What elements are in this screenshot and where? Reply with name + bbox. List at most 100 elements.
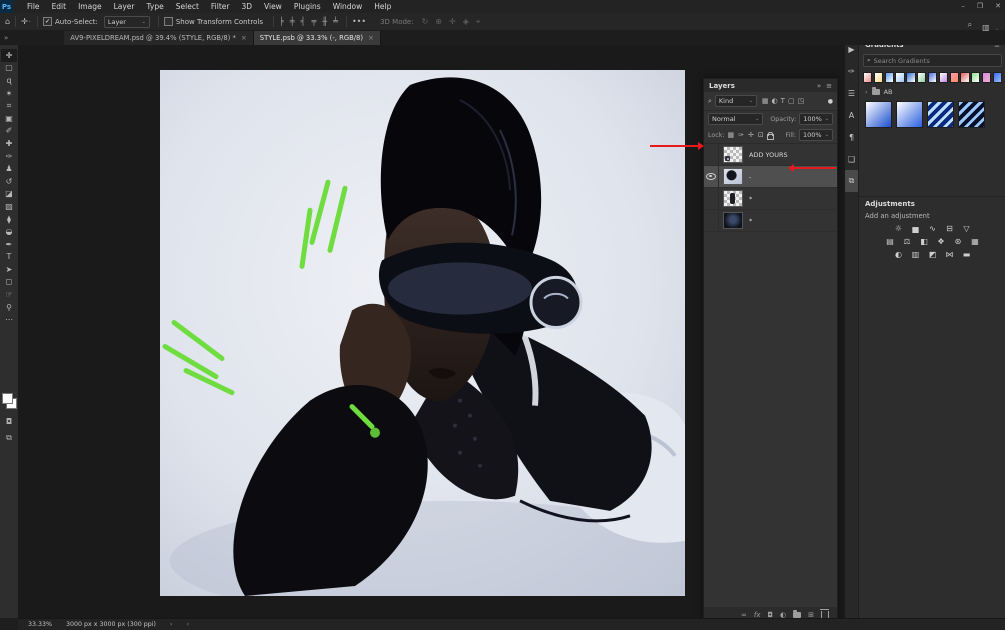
layer-thumbnail[interactable] <box>723 146 743 163</box>
photo-filter-icon[interactable]: ❖ <box>936 237 947 246</box>
hue-saturation-icon[interactable]: ▤ <box>885 237 896 246</box>
lock-all-icon[interactable] <box>766 131 774 140</box>
gradient-tool[interactable]: ▨ <box>1 200 17 213</box>
history-brush-tool[interactable]: ↺ <box>1 175 17 188</box>
align-bottom-icon[interactable]: ╧ <box>333 17 338 26</box>
foreground-color[interactable] <box>2 393 13 404</box>
menu-type[interactable]: Type <box>141 0 170 13</box>
layers-panel-icon[interactable]: ⧉ <box>845 170 858 192</box>
blend-mode-dropdown[interactable]: Normal ⌄ <box>708 113 764 125</box>
3d-panel-icon[interactable]: ❑ <box>845 148 858 170</box>
status-collapse-icon[interactable]: ‹ <box>186 621 189 628</box>
close-tab-icon[interactable]: × <box>241 34 247 42</box>
visibility-eye-icon[interactable] <box>704 166 719 187</box>
color-balance-icon[interactable]: ⚖ <box>902 237 913 246</box>
levels-icon[interactable]: ▅ <box>910 224 921 233</box>
quick-mask-icon[interactable]: ◘ <box>0 417 18 426</box>
auto-select-target-dropdown[interactable]: Layer ⌄ <box>103 15 150 28</box>
selective-color-icon[interactable]: ⋈ <box>944 250 955 259</box>
menu-view[interactable]: View <box>258 0 288 13</box>
gradient-preset[interactable] <box>896 101 923 128</box>
visibility-toggle-empty[interactable] <box>704 144 719 165</box>
chevron-down-icon[interactable]: ⌄ <box>28 19 32 24</box>
move-tool[interactable]: ✛ <box>1 49 17 62</box>
screen-mode-icon[interactable]: ⧉ <box>0 433 18 443</box>
workspace-icon[interactable]: ▥ <box>982 23 990 32</box>
search-icon[interactable]: ⌕ <box>968 20 972 29</box>
gradient-swatch[interactable] <box>884 72 894 83</box>
brush-settings-panel-icon[interactable]: ✑ <box>845 60 858 82</box>
menu-layer[interactable]: Layer <box>108 0 141 13</box>
close-tab-icon[interactable]: × <box>368 34 374 42</box>
gradient-swatch[interactable] <box>938 72 948 83</box>
black-white-icon[interactable]: ◧ <box>919 237 930 246</box>
adjustment-filter-icon[interactable]: ◐ <box>772 97 778 105</box>
gradient-preset[interactable] <box>927 101 954 128</box>
align-left-icon[interactable]: ╞ <box>279 17 284 26</box>
gradient-swatch[interactable] <box>992 72 1003 83</box>
zoom-level[interactable]: 33.33% <box>28 621 52 628</box>
menu-plugins[interactable]: Plugins <box>288 0 327 13</box>
layer-row[interactable]: * <box>704 210 837 232</box>
gradient-folder-row[interactable]: › AB <box>859 85 1005 99</box>
document-tab-inactive[interactable]: AV9-PIXELDREAM.psd @ 39.4% (STYLE, RGB/8… <box>64 31 254 45</box>
menu-help[interactable]: Help <box>368 0 397 13</box>
character-panel-icon[interactable]: A <box>845 104 858 126</box>
lock-pixels-icon[interactable]: ✑ <box>738 131 744 139</box>
fill-dropdown[interactable]: 100% ⌄ <box>799 129 833 141</box>
lock-artboard-icon[interactable]: ⊡ <box>758 131 764 139</box>
adjustments-panel-title[interactable]: Adjustments <box>865 200 915 208</box>
gradient-swatch[interactable] <box>971 72 981 83</box>
menu-edit[interactable]: Edit <box>46 0 73 13</box>
tool-presets-panel-icon[interactable]: ☰ <box>845 82 858 104</box>
invert-icon[interactable]: ◐ <box>893 250 904 259</box>
color-lookup-icon[interactable]: ▦ <box>970 237 981 246</box>
lasso-tool[interactable]: ɋ <box>1 74 17 87</box>
layer-thumbnail[interactable] <box>723 190 743 207</box>
healing-brush-tool[interactable]: ✚ <box>1 137 17 150</box>
document-tab-active[interactable]: STYLE.psb @ 33.3% (-, RGB/8) × <box>253 31 381 45</box>
brush-tool[interactable]: ✑ <box>1 150 17 163</box>
gradient-preset[interactable] <box>958 101 985 128</box>
tab-overflow-icon[interactable]: » <box>4 34 8 42</box>
gradient-swatch[interactable] <box>949 72 959 83</box>
curves-icon[interactable]: ∿ <box>927 224 938 233</box>
layer-row[interactable]: * <box>704 188 837 210</box>
clone-stamp-tool[interactable]: ♟ <box>1 162 17 175</box>
edit-toolbar[interactable]: ⋯ <box>1 313 17 326</box>
type-filter-icon[interactable]: T <box>781 97 785 105</box>
exposure-icon[interactable]: ⊟ <box>944 224 955 233</box>
lock-transparent-icon[interactable]: ▦ <box>727 131 734 139</box>
menu-image[interactable]: Image <box>72 0 108 13</box>
frame-tool[interactable]: ▣ <box>1 112 17 125</box>
gradient-swatch[interactable] <box>906 72 916 83</box>
minimize-button[interactable]: – <box>961 0 965 13</box>
gradient-swatch[interactable] <box>981 72 992 83</box>
lock-position-icon[interactable]: ✛ <box>748 131 754 139</box>
align-top-icon[interactable]: ╤ <box>311 17 316 26</box>
gradient-map-icon[interactable]: ▬ <box>961 250 972 259</box>
auto-select-checkbox[interactable] <box>42 17 52 26</box>
gradient-preset[interactable] <box>865 101 892 128</box>
panel-menu-icon[interactable]: ≡ <box>826 82 832 90</box>
marquee-tool[interactable]: ▢ <box>1 62 17 75</box>
shape-filter-icon[interactable]: ▢ <box>788 97 795 105</box>
visibility-toggle-empty[interactable] <box>704 188 719 209</box>
brightness-contrast-icon[interactable]: ☼ <box>893 224 904 233</box>
align-center-v-icon[interactable]: ╫ <box>322 17 327 26</box>
gradient-search-input[interactable]: ⌕ Search Gradients <box>863 54 1002 67</box>
shape-tool[interactable]: ◻ <box>1 276 17 289</box>
more-options-icon[interactable]: ••• <box>352 17 366 26</box>
gradient-swatch[interactable] <box>917 72 927 83</box>
align-center-h-icon[interactable]: ╪ <box>290 17 295 26</box>
channel-mixer-icon[interactable]: ⊛ <box>953 237 964 246</box>
show-transform-checkbox[interactable] <box>163 17 173 26</box>
type-tool[interactable]: T <box>1 251 17 264</box>
smart-object-filter-icon[interactable]: ◳ <box>798 97 805 105</box>
hand-tool[interactable]: ☞ <box>1 288 17 301</box>
gradient-swatch[interactable] <box>863 72 873 83</box>
close-button[interactable]: ✕ <box>995 0 1001 13</box>
pixel-filter-icon[interactable]: ▦ <box>762 97 769 105</box>
pen-tool[interactable]: ✒ <box>1 238 17 251</box>
layer-thumbnail[interactable] <box>723 168 743 185</box>
